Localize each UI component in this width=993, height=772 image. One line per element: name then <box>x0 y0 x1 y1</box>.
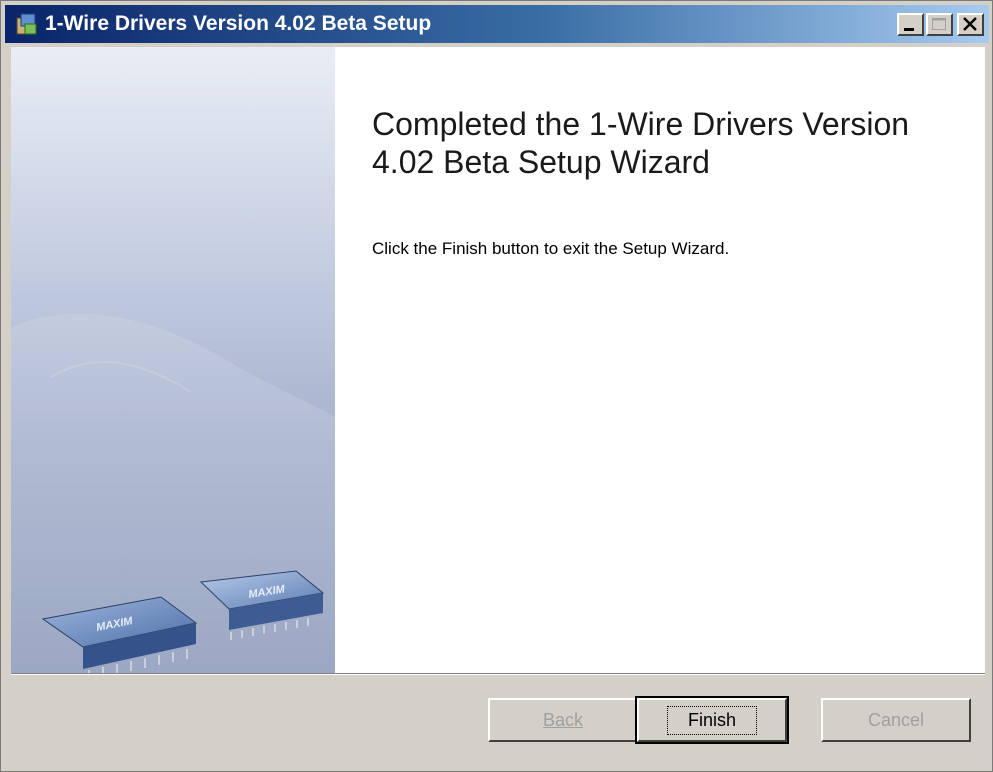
completion-heading: Completed the 1-Wire Drivers Version 4.0… <box>372 106 910 180</box>
title-bar[interactable]: 1-Wire Drivers Version 4.02 Beta Setup <box>5 5 989 43</box>
cancel-button[interactable]: Cancel <box>821 698 971 742</box>
setup-window: 1-Wire Drivers Version 4.02 Beta Setup M… <box>0 0 993 772</box>
maximize-button[interactable] <box>926 13 953 36</box>
window-title: 1-Wire Drivers Version 4.02 Beta Setup <box>45 12 432 35</box>
finish-button[interactable]: Finish <box>635 696 789 744</box>
back-button[interactable]: Back <box>488 698 638 742</box>
minimize-button[interactable] <box>897 13 924 36</box>
maximize-icon <box>932 18 946 30</box>
completion-message: Click the Finish button to exit the Setu… <box>372 239 730 258</box>
finish-button-label: Finish <box>666 705 757 735</box>
footer-divider <box>11 673 985 675</box>
close-icon <box>963 17 977 31</box>
minimize-icon <box>904 28 914 31</box>
wizard-banner-image: MAXIM MAXIM <box>11 47 335 673</box>
back-button-label: Back <box>542 709 584 730</box>
wizard-content: MAXIM MAXIM Completed the 1-Wire Drivers… <box>11 47 985 673</box>
installer-icon <box>16 13 37 35</box>
cancel-button-label: Cancel <box>867 709 925 730</box>
chip-graphic: MAXIM MAXIM <box>11 313 335 673</box>
close-button[interactable] <box>957 13 984 36</box>
